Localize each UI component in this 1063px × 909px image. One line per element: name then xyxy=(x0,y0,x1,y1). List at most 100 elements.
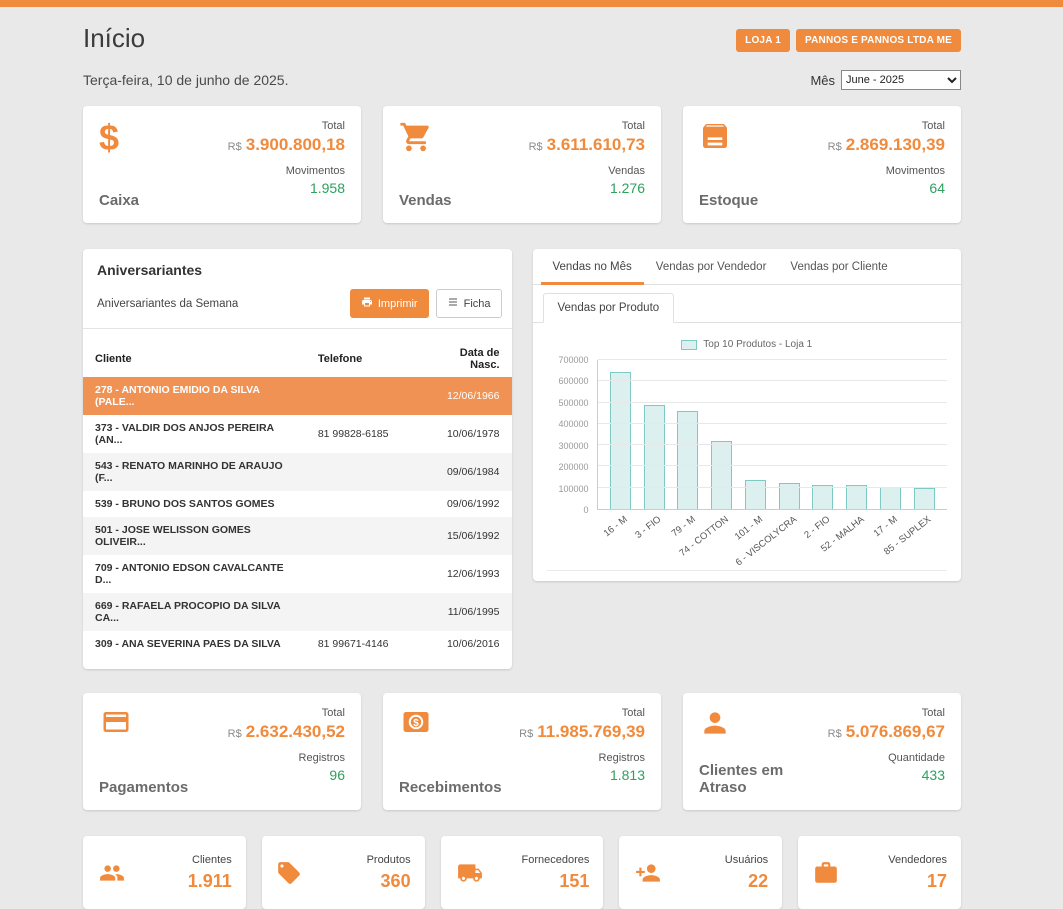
table-row[interactable]: 501 - JOSE WELISSON GOMES OLIVEIR... 15/0… xyxy=(83,517,512,555)
page-title: Início xyxy=(83,23,145,54)
money-icon: $ xyxy=(399,707,502,737)
sales-subtabs: Vendas por Produto xyxy=(533,285,962,323)
gridline xyxy=(598,465,948,466)
truck-icon xyxy=(455,860,485,886)
count-value: 96 xyxy=(228,767,345,783)
ficha-button[interactable]: Ficha xyxy=(436,289,502,318)
table-row[interactable]: 278 - ANTONIO EMIDIO DA SILVA (PALE... 12… xyxy=(83,377,512,415)
stat-card-recebimentos: $ Recebimentos Total R$11.985.769,39 Reg… xyxy=(383,693,661,810)
stat-card-clientes-atraso: Clientes em Atraso Total R$5.076.869,67 … xyxy=(683,693,961,810)
count-value: 64 xyxy=(828,180,945,196)
birthdays-panel: Aniversariantes Aniversariantes da Seman… xyxy=(83,249,512,669)
cell-telefone xyxy=(306,593,426,631)
sales-panel: Vendas no Mês Vendas por Vendedor Vendas… xyxy=(533,249,962,581)
y-axis-tick: 200000 xyxy=(558,462,588,472)
col-data-nasc: Data de Nasc. xyxy=(426,341,512,377)
gridline xyxy=(598,359,948,360)
count-label: Registros xyxy=(519,752,645,764)
shortcut-label: Usuários xyxy=(725,854,768,866)
col-telefone: Telefone xyxy=(306,341,426,377)
birthday-table-body: 278 - ANTONIO EMIDIO DA SILVA (PALE... 12… xyxy=(83,377,512,657)
table-row[interactable]: 309 - ANA SEVERINA PAES DA SILVA81 99671… xyxy=(83,631,512,657)
total-label: Total xyxy=(228,707,345,719)
count-value: 433 xyxy=(828,767,945,783)
dollar-icon: $ xyxy=(99,120,139,156)
count-value: 1.958 xyxy=(228,180,345,196)
print-button[interactable]: Imprimir xyxy=(350,289,429,318)
list-icon xyxy=(447,296,459,311)
cell-cliente: 501 - JOSE WELISSON GOMES OLIVEIR... xyxy=(83,517,306,555)
header: Início LOJA 1 PANNOS E PANNOS LTDA ME xyxy=(83,13,961,70)
table-row[interactable]: 543 - RENATO MARINHO DE ARAUJO (F...09/0… xyxy=(83,453,512,491)
shortcut-card-produtos[interactable]: Produtos 360 xyxy=(262,836,425,909)
total-value: R$3.611.610,73 xyxy=(529,135,645,155)
table-row[interactable]: 373 - VALDIR DOS ANJOS PEREIRA (AN...81 … xyxy=(83,415,512,453)
cell-cliente: 543 - RENATO MARINHO DE ARAUJO (F... xyxy=(83,453,306,491)
shortcut-label: Fornecedores xyxy=(522,854,590,866)
table-row[interactable]: 669 - RAFAELA PROCOPIO DA SILVA CA...11/… xyxy=(83,593,512,631)
bar xyxy=(812,485,833,509)
total-value: R$5.076.869,67 xyxy=(828,722,945,742)
amount: 2.632.430,52 xyxy=(246,722,345,741)
stat-card-pagamentos: Pagamentos Total R$2.632.430,52 Registro… xyxy=(83,693,361,810)
cell-telefone: 81 99828-6185 xyxy=(306,415,426,453)
bar-chart: 0100000200000300000400000500000600000700… xyxy=(547,360,948,510)
total-label: Total xyxy=(828,120,945,132)
tab-vendas-por-cliente[interactable]: Vendas por Cliente xyxy=(778,249,899,285)
cell-cliente: 373 - VALDIR DOS ANJOS PEREIRA (AN... xyxy=(83,415,306,453)
col-cliente: Cliente xyxy=(83,341,306,377)
tag-icon xyxy=(276,860,302,886)
y-axis-tick: 300000 xyxy=(558,441,588,451)
shortcut-value: 151 xyxy=(522,871,590,892)
shortcut-card-vendedores[interactable]: Vendedores 17 xyxy=(798,836,961,909)
cell-nasc: 15/06/1992 xyxy=(426,517,512,555)
cell-cliente: 669 - RAFAELA PROCOPIO DA SILVA CA... xyxy=(83,593,306,631)
table-row[interactable]: 709 - ANTONIO EDSON CAVALCANTE D...12/06… xyxy=(83,555,512,593)
y-axis-tick: 0 xyxy=(583,505,588,515)
currency-symbol: R$ xyxy=(828,141,842,153)
gridline xyxy=(598,487,948,488)
shortcut-card-fornecedores[interactable]: Fornecedores 151 xyxy=(441,836,604,909)
shortcut-value: 360 xyxy=(367,871,411,892)
header-buttons: LOJA 1 PANNOS E PANNOS LTDA ME xyxy=(736,29,961,52)
tab-vendas-no-mes[interactable]: Vendas no Mês xyxy=(541,249,644,285)
stat-card-vendas: Vendas Total R$3.611.610,73 Vendas 1.276 xyxy=(383,106,661,223)
birthdays-title: Aniversariantes xyxy=(83,249,512,287)
total-value: R$11.985.769,39 xyxy=(519,722,645,742)
gridline xyxy=(598,402,948,403)
y-axis-tick: 600000 xyxy=(558,376,588,386)
legend-swatch xyxy=(681,340,697,350)
tab-vendas-por-vendedor[interactable]: Vendas por Vendedor xyxy=(644,249,779,285)
stat-card-caixa: $ Caixa Total R$3.900.800,18 Movimentos … xyxy=(83,106,361,223)
company-button[interactable]: PANNOS E PANNOS LTDA ME xyxy=(796,29,961,52)
people-icon xyxy=(97,860,127,886)
bar xyxy=(846,485,867,509)
count-value: 1.813 xyxy=(519,767,645,783)
month-select[interactable]: June - 2025 xyxy=(841,70,961,90)
y-axis-tick: 400000 xyxy=(558,419,588,429)
store-button[interactable]: LOJA 1 xyxy=(736,29,790,52)
shortcut-value: 17 xyxy=(888,871,947,892)
total-label: Total xyxy=(828,707,945,719)
subtab-vendas-por-produto[interactable]: Vendas por Produto xyxy=(543,293,675,323)
shortcut-card-usuarios[interactable]: Usuários 22 xyxy=(619,836,782,909)
table-row[interactable]: 539 - BRUNO DOS SANTOS GOMES09/06/1992 xyxy=(83,491,512,517)
total-value: R$2.869.130,39 xyxy=(828,135,945,155)
cell-telefone xyxy=(306,517,426,555)
printer-icon xyxy=(361,296,373,311)
cell-cliente: 539 - BRUNO DOS SANTOS GOMES xyxy=(83,491,306,517)
count-value: 1.276 xyxy=(529,180,645,196)
total-value: R$2.632.430,52 xyxy=(228,722,345,742)
total-label: Total xyxy=(519,707,645,719)
person-icon xyxy=(699,707,828,739)
mid-stats-row: Pagamentos Total R$2.632.430,52 Registro… xyxy=(83,693,961,810)
cell-nasc: 10/06/1978 xyxy=(426,415,512,453)
shortcut-label: Vendedores xyxy=(888,854,947,866)
shortcut-card-clientes[interactable]: Clientes 1.911 xyxy=(83,836,246,909)
user-plus-icon xyxy=(633,860,663,886)
cell-nasc: 12/06/1966 xyxy=(426,377,512,415)
amount: 3.900.800,18 xyxy=(246,135,345,154)
dashboard: Início LOJA 1 PANNOS E PANNOS LTDA ME Te… xyxy=(83,7,961,909)
total-value: R$3.900.800,18 xyxy=(228,135,345,155)
cell-cliente: 278 - ANTONIO EMIDIO DA SILVA (PALE... xyxy=(83,377,306,415)
